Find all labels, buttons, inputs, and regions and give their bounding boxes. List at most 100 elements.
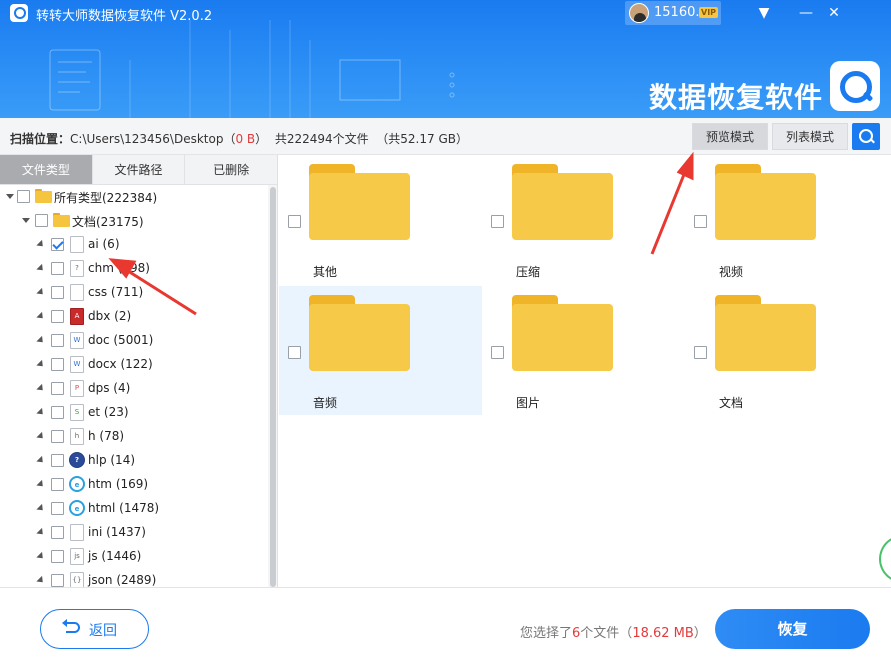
tab-file-path[interactable]: 文件路径: [92, 155, 186, 185]
tree-item-ini[interactable]: ini (1437): [0, 521, 268, 545]
dbx-file-icon: A: [70, 308, 84, 325]
expand-arrow-icon[interactable]: [36, 407, 46, 418]
folder-icon: [35, 189, 52, 203]
tree-checkbox[interactable]: [51, 478, 64, 491]
expand-arrow-icon[interactable]: [36, 503, 46, 514]
folder-checkbox[interactable]: [694, 215, 707, 228]
tree-checkbox[interactable]: [51, 358, 64, 371]
tree-checkbox[interactable]: [51, 526, 64, 539]
expand-arrow-icon[interactable]: [36, 455, 46, 466]
folder-card-video[interactable]: 视频: [685, 155, 888, 284]
tree-item-ai[interactable]: ai (6): [0, 233, 268, 257]
folder-icon: [715, 295, 816, 371]
folder-card-audio[interactable]: 音频: [279, 286, 482, 415]
tree-item-chm[interactable]: ? chm (198): [0, 257, 268, 281]
expand-arrow-icon[interactable]: [36, 431, 46, 442]
expand-arrow-icon[interactable]: [36, 263, 46, 274]
scan-path: C:\Users\123456\Desktop: [70, 132, 224, 146]
folder-label: 其他: [313, 265, 338, 279]
expand-arrow-icon[interactable]: [36, 551, 46, 562]
expand-arrow-icon[interactable]: [36, 311, 46, 322]
tab-deleted[interactable]: 已删除: [185, 155, 277, 185]
tree-item-all-types[interactable]: 所有类型(222384): [0, 185, 268, 209]
vip-badge: VIP: [699, 7, 719, 18]
tree-item-htm[interactable]: e htm (169): [0, 473, 268, 497]
back-label: 返回: [89, 623, 117, 639]
tree-item-label: 文档(23175): [72, 215, 144, 229]
expand-arrow-icon[interactable]: [36, 335, 46, 346]
dps-file-icon: P: [70, 380, 84, 397]
list-mode-button[interactable]: 列表模式: [772, 123, 848, 150]
preview-mode-button[interactable]: 预览模式: [692, 123, 768, 150]
tree-checkbox[interactable]: [51, 430, 64, 443]
tree-item-et[interactable]: S et (23): [0, 401, 268, 425]
tree-checkbox[interactable]: [51, 310, 64, 323]
expand-arrow-icon[interactable]: [36, 287, 46, 298]
folder-checkbox[interactable]: [491, 215, 504, 228]
tree-item-label: json (2489): [88, 573, 157, 587]
folder-checkbox[interactable]: [694, 346, 707, 359]
tree-item-html[interactable]: e html (1478): [0, 497, 268, 521]
menu-dropdown-button[interactable]: ▼: [752, 2, 776, 24]
tree-checkbox[interactable]: [51, 454, 64, 467]
folder-card-archive[interactable]: 压缩: [482, 155, 685, 284]
tree-item-documents[interactable]: 文档(23175): [0, 209, 268, 233]
minimize-button[interactable]: —: [794, 2, 818, 24]
expand-arrow-icon[interactable]: [36, 575, 46, 586]
tree-scrollbar-thumb[interactable]: [270, 187, 276, 587]
user-account[interactable]: 15160... VIP: [625, 1, 721, 25]
tree-checkbox[interactable]: [51, 262, 64, 275]
tree-checkbox[interactable]: [51, 382, 64, 395]
folder-card-other[interactable]: 其他: [279, 155, 482, 284]
folder-checkbox[interactable]: [288, 346, 301, 359]
tree-item-js[interactable]: js js (1446): [0, 545, 268, 569]
tree-item-h[interactable]: h h (78): [0, 425, 268, 449]
expand-arrow-icon[interactable]: [36, 359, 46, 370]
expand-arrow-icon[interactable]: [36, 239, 46, 250]
tree-item-docx[interactable]: W docx (122): [0, 353, 268, 377]
tree-checkbox[interactable]: [51, 406, 64, 419]
folder-icon: [512, 295, 613, 371]
chm-file-icon: ?: [70, 260, 84, 277]
back-button[interactable]: 返回: [40, 609, 149, 649]
tree-checkbox[interactable]: [51, 550, 64, 563]
et-file-icon: S: [70, 404, 84, 421]
tree-item-doc[interactable]: W doc (5001): [0, 329, 268, 353]
expand-arrow-icon[interactable]: [22, 218, 30, 223]
tree-checkbox[interactable]: [51, 238, 64, 251]
recover-button[interactable]: 恢复: [715, 609, 870, 649]
file-tree-panel: 文件类型 文件路径 已删除 所有类型(222384) 文档(23175) ai …: [0, 155, 278, 587]
tree-item-json[interactable]: {} json (2489): [0, 569, 268, 587]
brand-title: 数据恢复软件: [649, 81, 824, 114]
tree-item-css[interactable]: css (711): [0, 281, 268, 305]
tree-checkbox[interactable]: [17, 190, 30, 203]
close-button[interactable]: ✕: [822, 2, 846, 24]
tab-file-type[interactable]: 文件类型: [0, 155, 93, 185]
tree-item-label: js (1446): [88, 549, 142, 563]
tree-checkbox[interactable]: [51, 334, 64, 347]
folder-card-documents[interactable]: 文档: [685, 286, 888, 415]
expand-arrow-icon[interactable]: [36, 527, 46, 538]
folder-card-images[interactable]: 图片: [482, 286, 685, 415]
folder-checkbox[interactable]: [288, 215, 301, 228]
search-icon[interactable]: [852, 123, 880, 150]
folder-label: 音频: [313, 396, 338, 410]
folder-icon: [715, 164, 816, 240]
tree-checkbox[interactable]: [51, 286, 64, 299]
tree-checkbox[interactable]: [51, 574, 64, 587]
expand-arrow-icon[interactable]: [6, 194, 14, 199]
summary-mid: 个文件（: [580, 626, 633, 641]
folder-checkbox[interactable]: [491, 346, 504, 359]
expand-arrow-icon[interactable]: [36, 479, 46, 490]
tree-checkbox[interactable]: [35, 214, 48, 227]
tree-checkbox[interactable]: [51, 502, 64, 515]
scan-info-bar: 扫描位置：C:\Users\123456\Desktop（0 B） 共22249…: [0, 118, 891, 155]
tree-item-dps[interactable]: P dps (4): [0, 377, 268, 401]
css-file-icon: [70, 284, 84, 301]
tree-item-dbx[interactable]: A dbx (2): [0, 305, 268, 329]
js-file-icon: js: [70, 548, 84, 565]
expand-arrow-icon[interactable]: [36, 383, 46, 394]
tree-item-label: h (78): [88, 429, 125, 443]
tree-item-hlp[interactable]: ? hlp (14): [0, 449, 268, 473]
folder-icon: [309, 164, 410, 240]
